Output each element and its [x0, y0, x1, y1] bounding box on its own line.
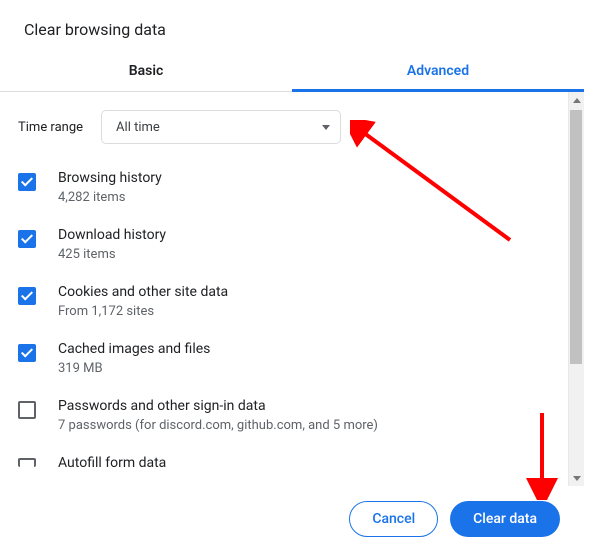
- time-range-value: All time: [116, 120, 160, 135]
- item-title: Cached images and files: [58, 341, 210, 357]
- checkbox-browsing-history[interactable]: [18, 173, 36, 191]
- time-range-select[interactable]: All time: [101, 110, 341, 144]
- triangle-down-icon: [573, 476, 581, 481]
- tab-basic-label: Basic: [129, 63, 164, 79]
- clear-data-button[interactable]: Clear data: [450, 501, 560, 537]
- clear-browsing-data-dialog: Clear browsing data Basic Advanced Time …: [0, 0, 584, 553]
- time-range-row: Time range All time: [18, 110, 556, 144]
- item-text: Cookies and other site data From 1,172 s…: [58, 284, 228, 319]
- scroll-up-button[interactable]: [569, 92, 585, 108]
- checkbox-download-history[interactable]: [18, 230, 36, 248]
- clear-data-button-label: Clear data: [473, 511, 537, 527]
- checkbox-cookies[interactable]: [18, 287, 36, 305]
- dialog-footer: Cancel Clear data: [349, 501, 560, 537]
- tab-advanced-label: Advanced: [407, 63, 469, 79]
- checkbox-passwords[interactable]: [18, 401, 36, 419]
- item-subtitle: 7 passwords (for discord.com, github.com…: [58, 418, 378, 433]
- item-text: Cached images and files 319 MB: [58, 341, 210, 376]
- scrollbar[interactable]: [568, 92, 584, 486]
- checkbox-autofill[interactable]: [18, 458, 36, 467]
- tab-basic[interactable]: Basic: [0, 53, 292, 91]
- item-title: Cookies and other site data: [58, 284, 228, 300]
- dialog-title: Clear browsing data: [0, 0, 584, 53]
- cancel-button[interactable]: Cancel: [349, 501, 438, 537]
- item-browsing-history: Browsing history 4,282 items: [18, 170, 556, 205]
- item-text: Browsing history 4,282 items: [58, 170, 162, 205]
- item-cookies: Cookies and other site data From 1,172 s…: [18, 284, 556, 319]
- chevron-down-icon: [322, 125, 330, 130]
- item-subtitle: 425 items: [58, 247, 166, 262]
- tab-bar: Basic Advanced: [0, 53, 584, 92]
- item-title: Browsing history: [58, 170, 162, 186]
- item-subtitle: 319 MB: [58, 361, 210, 376]
- item-title: Passwords and other sign-in data: [58, 398, 378, 414]
- scroll-down-button[interactable]: [569, 470, 585, 486]
- item-subtitle: From 1,172 sites: [58, 304, 228, 319]
- item-text: Download history 425 items: [58, 227, 166, 262]
- item-passwords: Passwords and other sign-in data 7 passw…: [18, 398, 556, 433]
- item-download-history: Download history 425 items: [18, 227, 556, 262]
- checkbox-cached[interactable]: [18, 344, 36, 362]
- content-scroll-area: Time range All time Browsing history 4,2…: [0, 92, 584, 486]
- item-autofill: Autofill form data: [18, 455, 556, 475]
- cancel-button-label: Cancel: [372, 511, 415, 527]
- item-title: Download history: [58, 227, 166, 243]
- tab-advanced[interactable]: Advanced: [292, 53, 584, 91]
- scroll-thumb[interactable]: [570, 110, 582, 364]
- item-title: Autofill form data: [58, 455, 166, 471]
- item-subtitle: 4,282 items: [58, 190, 162, 205]
- item-cached: Cached images and files 319 MB: [18, 341, 556, 376]
- content: Time range All time Browsing history 4,2…: [0, 92, 584, 486]
- time-range-label: Time range: [18, 120, 83, 135]
- item-text: Passwords and other sign-in data 7 passw…: [58, 398, 378, 433]
- triangle-up-icon: [573, 98, 581, 103]
- item-text: Autofill form data: [58, 455, 166, 475]
